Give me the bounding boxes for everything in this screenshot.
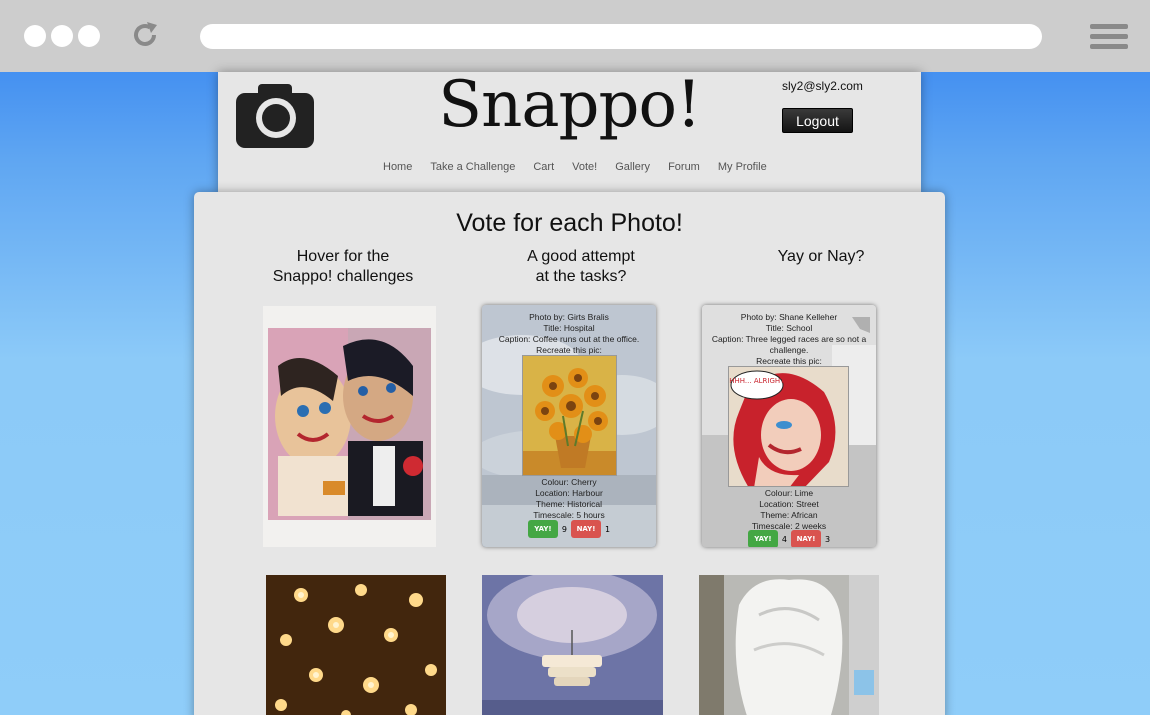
nav-item-my-profile[interactable]: My Profile <box>718 161 767 173</box>
statue-image <box>699 575 879 715</box>
challenge-details: Colour: Cherry Location: Harbour Theme: … <box>482 477 656 521</box>
nav-item-take-a-challenge[interactable]: Take a Challenge <box>430 161 515 173</box>
nav-item-forum[interactable]: Forum <box>668 161 700 173</box>
yay-button[interactable]: YAY! <box>747 530 778 547</box>
vote-controls: YAY! 4 NAY! 3 <box>702 530 876 547</box>
reload-icon[interactable] <box>130 20 160 50</box>
photo-chandelier[interactable] <box>482 575 663 715</box>
vote-controls: YAY! 9 NAY! 1 <box>482 520 656 538</box>
chandelier-image <box>482 575 663 715</box>
site-header: Snappo! sly2@sly2.com Logout Home Take a… <box>218 68 921 194</box>
photo-by-text: Photo by: Shane Kelleher <box>740 312 838 322</box>
comic-image: OHHH... ALRIGHT... <box>728 366 849 487</box>
window-dot-icon[interactable] <box>24 25 46 47</box>
heading-line: A good attempt <box>527 248 635 265</box>
nav-item-home[interactable]: Home <box>383 161 412 173</box>
yay-count: 4 <box>781 534 787 544</box>
nav-item-vote[interactable]: Vote! <box>572 161 597 173</box>
column-heading-attempt: A good attempt at the tasks? <box>481 247 681 287</box>
user-email: sly2@sly2.com <box>782 79 863 93</box>
challenge-card[interactable]: Photo by: Shane Kelleher Title: School C… <box>702 305 876 547</box>
address-bar[interactable] <box>200 24 1042 49</box>
photo-white-statue[interactable] <box>699 575 879 715</box>
photo-lights[interactable] <box>266 575 446 715</box>
yay-count: 9 <box>561 524 567 534</box>
nay-count: 3 <box>825 534 831 544</box>
colour-text: Colour: Lime <box>764 488 814 498</box>
photo-by-text: Photo by: Girts Bralis <box>529 312 609 322</box>
heading-line: at the tasks? <box>535 268 627 285</box>
heading-line: Hover for the <box>296 248 390 265</box>
caption-text: Caption: Coffee runs out at the office. <box>498 334 640 344</box>
window-dot-icon[interactable] <box>51 25 73 47</box>
location-text: Location: Street <box>759 499 819 509</box>
vote-panel: Vote for each Photo! Hover for the Snapp… <box>194 192 945 715</box>
nav-item-gallery[interactable]: Gallery <box>615 161 650 173</box>
hamburger-menu-icon[interactable] <box>1090 24 1128 50</box>
theme-text: Theme: Historical <box>535 499 603 509</box>
title-text: Title: School <box>765 323 813 333</box>
column-heading-yay-nay: Yay or Nay? <box>721 247 921 267</box>
logout-button[interactable]: Logout <box>782 108 853 133</box>
nay-button[interactable]: NAY! <box>571 520 601 538</box>
couple-painting-image <box>263 306 436 547</box>
challenge-card[interactable]: Photo by: Girts Bralis Title: Hospital C… <box>482 305 656 547</box>
browser-toolbar <box>0 0 1150 72</box>
caption-text: Caption: Three legged races are so not a… <box>711 334 867 355</box>
challenge-details: Colour: Lime Location: Street Theme: Afr… <box>702 488 876 532</box>
colour-text: Colour: Cherry <box>541 477 597 487</box>
window-dot-icon[interactable] <box>78 25 100 47</box>
photo-painting-couple[interactable] <box>263 306 436 547</box>
heading-line: Snappo! challenges <box>272 268 414 285</box>
string-lights-image <box>266 575 446 715</box>
nay-button[interactable]: NAY! <box>791 530 821 547</box>
yay-button[interactable]: YAY! <box>527 520 558 538</box>
main-nav: Home Take a Challenge Cart Vote! Gallery… <box>383 161 767 173</box>
nav-item-cart[interactable]: Cart <box>533 161 554 173</box>
page-title: Vote for each Photo! <box>456 209 683 237</box>
comic-speech-text: OHHH... ALRIGHT... <box>729 377 790 385</box>
column-heading-hover: Hover for the Snappo! challenges <box>243 247 443 287</box>
location-text: Location: Harbour <box>535 488 603 498</box>
heading-line: Yay or Nay? <box>777 248 865 265</box>
theme-text: Theme: African <box>760 510 818 520</box>
nay-count: 1 <box>605 524 611 534</box>
sunflowers-image <box>522 355 617 476</box>
title-text: Title: Hospital <box>543 323 595 333</box>
